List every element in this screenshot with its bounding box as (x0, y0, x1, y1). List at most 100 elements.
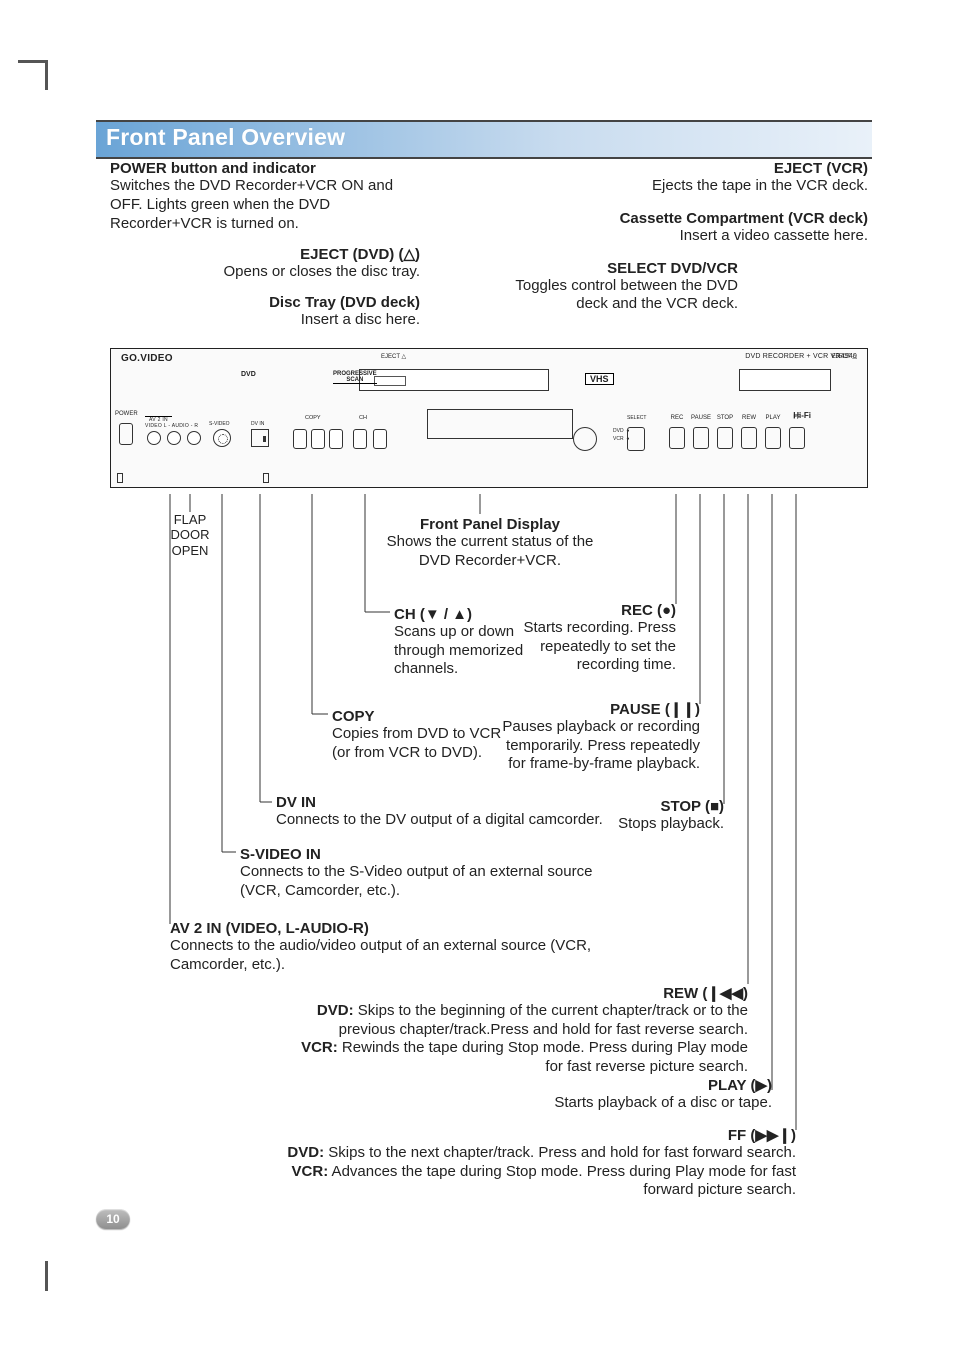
dvd-desc: Skips to the next chapter/track. Press a… (324, 1144, 796, 1161)
jog-dial (573, 427, 597, 451)
rew-button (741, 427, 757, 449)
callout-desc: Copies from DVD to VCR (or from VCR to D… (332, 725, 512, 763)
rew-label: REW (739, 415, 759, 421)
power-button (119, 423, 133, 445)
page-content: POWER button and indicator Switches the … (110, 160, 868, 1254)
page-number-badge: 10 (96, 1209, 130, 1229)
flap-hinge-right (263, 473, 269, 483)
callout-play: PLAY (▶) Starts playback of a disc or ta… (490, 1076, 772, 1113)
callout-av2: AV 2 IN (VIDEO, L-AUDIO-R) Connects to t… (170, 920, 610, 975)
callout-disc-tray: Disc Tray (DVD deck) Insert a disc here. (110, 294, 470, 330)
vcr-label: VCR: (301, 1039, 338, 1056)
bottom-callouts: FLAP DOOR OPEN Front Panel Display Shows… (110, 494, 868, 1254)
callout-heading: STOP (■) (580, 798, 724, 815)
callout-eject-dvd: EJECT (DVD) (△) Opens or closes the disc… (110, 245, 420, 282)
crop-mark (45, 1261, 48, 1291)
callout-heading: Disc Tray (DVD deck) (110, 294, 420, 311)
ff-label: FF (787, 415, 807, 421)
callout-heading: S-VIDEO IN (240, 846, 620, 863)
page-title: Front Panel Overview (106, 124, 862, 151)
copy-vcr-button (329, 429, 343, 449)
callout-desc: Opens or closes the disc tray. (110, 263, 420, 282)
callout-heading: SELECT DVD/VCR (508, 260, 738, 277)
dv-in-jack (251, 429, 269, 447)
flap-hinge-left (117, 473, 123, 483)
callout-rec: REC (●) Starts recording. Press repeated… (490, 602, 676, 675)
callout-desc: Starts playback of a disc or tape. (490, 1094, 772, 1113)
callout-cassette: Cassette Compartment (VCR deck) Insert a… (508, 210, 868, 246)
dvd-tray-door (359, 369, 549, 391)
ch-up-button (373, 429, 387, 449)
callout-eject-vcr: EJECT (VCR) Ejects the tape in the VCR d… (508, 160, 868, 196)
copy-label: COPY (305, 415, 321, 421)
eject-dvd-label: EJECT △ (381, 353, 406, 360)
front-display-placeholder (427, 409, 573, 439)
callout-desc: DVD: Skips to the next chapter/track. Pr… (280, 1144, 796, 1200)
callout-heading: POWER button and indicator (110, 160, 420, 177)
callout-heading: AV 2 IN (VIDEO, L-AUDIO-R) (170, 920, 610, 937)
callout-desc: DVD: Skips to the beginning of the curre… (300, 1002, 748, 1077)
dvd-rw-logo: DVD (241, 371, 256, 378)
callout-heading: COPY (332, 708, 512, 725)
callout-desc: Shows the current status of the DVD Reco… (380, 533, 600, 571)
callout-front-display: Front Panel Display Shows the current st… (380, 516, 600, 571)
av2-in-label: AV 2 INVIDEO L - AUDIO - R (145, 417, 198, 429)
play-button (765, 427, 781, 449)
progressive-scan-label: PROGRESSIVE SCAN (333, 371, 377, 384)
callout-heading: PLAY (▶) (490, 1076, 772, 1094)
callout-copy: COPY Copies from DVD to VCR (or from VCR… (332, 708, 512, 763)
section-title-bar: Front Panel Overview (96, 120, 872, 159)
callout-stop: STOP (■) Stops playback. (580, 798, 724, 834)
callout-flap-open: FLAP DOOR OPEN (158, 512, 222, 559)
callout-desc: Connects to the S-Video output of an ext… (240, 863, 620, 901)
callout-svideo: S-VIDEO IN Connects to the S-Video outpu… (240, 846, 620, 901)
callout-desc: Insert a disc here. (110, 311, 420, 330)
rec-button (669, 427, 685, 449)
copy-dvd-button (293, 429, 307, 449)
callout-desc: Connects to the audio/video output of an… (170, 937, 610, 975)
vcr-cassette-door (739, 369, 831, 391)
callout-heading: Front Panel Display (380, 516, 600, 533)
svideo-jack (213, 429, 231, 447)
ch-down-button (353, 429, 367, 449)
brand-logo-text: GO.VIDEO (121, 353, 173, 364)
dvd-desc: Skips to the beginning of the current ch… (339, 1002, 748, 1038)
callout-rew: REW (❙◀◀) DVD: Skips to the beginning of… (300, 984, 748, 1077)
callout-heading: REW (❙◀◀) (300, 984, 748, 1002)
callout-heading: Cassette Compartment (VCR deck) (508, 210, 868, 227)
callout-desc: Pauses playback or recording temporarily… (486, 718, 700, 774)
callout-desc: Connects to the DV output of a digital c… (276, 811, 616, 830)
ff-button (789, 427, 805, 449)
callout-desc: Stops playback. (580, 815, 724, 834)
ch-label: CH (359, 415, 367, 421)
eject-vcr-label: EJECT △ (832, 353, 857, 360)
callout-select: SELECT DVD/VCR Toggles control between t… (508, 260, 868, 315)
callout-heading: FF (▶▶❙) (280, 1126, 796, 1144)
vcr-label: VCR: (292, 1163, 329, 1180)
av2-audio-r-jack (187, 431, 201, 445)
av2-video-jack (147, 431, 161, 445)
play-label: PLAY (763, 415, 783, 421)
crop-mark (18, 60, 48, 63)
callout-heading: DV IN (276, 794, 616, 811)
callout-desc: Toggles control between the DVD deck and… (508, 277, 738, 315)
copy-indicator (311, 429, 325, 449)
dvd-label: DVD: (287, 1144, 324, 1161)
callout-desc: Ejects the tape in the VCR deck. (508, 177, 868, 196)
callout-heading: PAUSE (❙❙) (486, 700, 700, 718)
callout-desc: Starts recording. Press repeatedly to se… (490, 619, 676, 675)
select-button (627, 427, 645, 451)
dv-in-label: DV IN (251, 421, 264, 427)
callout-heading: EJECT (DVD) (△) (110, 245, 420, 263)
callout-power: POWER button and indicator Switches the … (110, 160, 420, 233)
select-label: SELECT (627, 415, 646, 421)
callout-pause: PAUSE (❙❙) Pauses playback or recording … (486, 700, 700, 774)
top-callouts: POWER button and indicator Switches the … (110, 160, 868, 342)
crop-mark (45, 60, 48, 90)
callout-dvin: DV IN Connects to the DV output of a dig… (276, 794, 616, 830)
vcr-desc: Advances the tape during Stop mode. Pres… (328, 1163, 796, 1199)
stop-label: STOP (715, 415, 735, 421)
av2-audio-l-jack (167, 431, 181, 445)
callout-heading: REC (●) (490, 602, 676, 619)
vhs-logo: VHS (585, 373, 614, 385)
